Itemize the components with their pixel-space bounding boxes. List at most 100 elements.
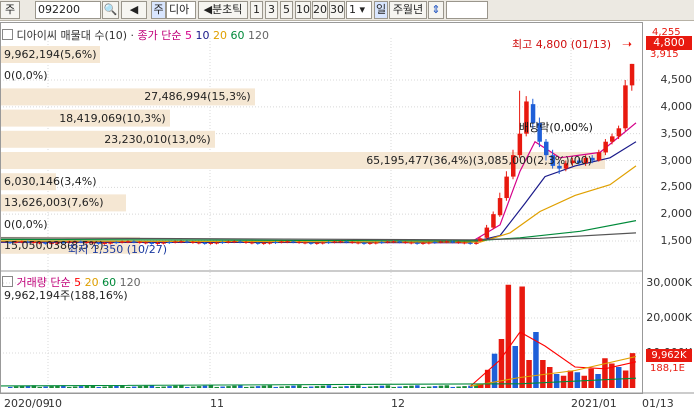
volume-bar <box>421 386 426 388</box>
volume-bar <box>553 374 560 388</box>
period-30-button[interactable]: 30 <box>329 1 345 19</box>
candle-body <box>504 176 509 199</box>
price-tick-label: 3,500 <box>660 126 693 140</box>
volume-bar <box>126 386 131 388</box>
candle-body <box>202 242 208 244</box>
search-button[interactable]: 🔍 <box>102 1 119 19</box>
price-tick-label: 3,000 <box>660 153 693 167</box>
volume-profile-bands <box>0 46 605 254</box>
period-20-button[interactable]: 20 <box>312 1 328 19</box>
candle-body <box>267 242 273 244</box>
candle-body <box>444 241 450 243</box>
candle-body <box>356 242 361 244</box>
date-tick-label: 12 <box>391 397 405 410</box>
vol-ma20-legend: 20 <box>84 276 99 289</box>
volume-bar <box>208 385 214 388</box>
ma120-legend: 120 <box>248 29 270 42</box>
volume-tick-label: 20,000K <box>646 311 692 324</box>
volume-bar <box>350 385 355 388</box>
volume-bar <box>226 386 231 388</box>
profile-label: 9,962,194(5,6%) <box>4 48 97 61</box>
stock-tag: 주 <box>151 1 166 19</box>
candle-body <box>350 241 355 243</box>
candle-body <box>238 241 243 243</box>
volume-bar <box>629 353 636 388</box>
candle-body <box>385 241 391 243</box>
period-1-button[interactable]: 1 <box>250 1 263 19</box>
volume-bar <box>96 386 101 388</box>
candle-body <box>338 241 343 243</box>
volume-bar <box>173 385 178 388</box>
volume-bar <box>326 385 332 388</box>
volume-bar <box>581 375 587 388</box>
candle-body <box>220 242 225 244</box>
candle-body <box>273 242 278 244</box>
period-10-button[interactable]: 10 <box>295 1 311 19</box>
profile-label: 13,626,003(7,6%) <box>4 196 104 210</box>
volume-bar <box>432 386 438 388</box>
volume-bar <box>567 370 574 388</box>
volume-tick-label: 30,000K <box>646 276 692 289</box>
volume-bar <box>167 386 172 388</box>
volume-bar <box>332 386 337 388</box>
market-type-select[interactable]: 주 <box>0 1 20 19</box>
volume-bar <box>214 386 219 388</box>
candle-body <box>185 241 190 243</box>
candle-body <box>167 242 172 244</box>
candle-body <box>297 241 302 243</box>
price-tick-label: 4,000 <box>660 99 693 113</box>
volume-bar <box>505 284 512 388</box>
updown-arrows-button[interactable]: ⇕ <box>428 1 444 19</box>
low-annotation: 최저 1,350 (10/27) <box>68 243 168 256</box>
high-annotation: 최고 4,800 (01/13) <box>512 38 612 51</box>
volume-bar <box>444 385 450 388</box>
candle-body <box>478 238 483 241</box>
candle-body <box>214 242 219 244</box>
sound-button[interactable]: ◀ <box>121 1 147 19</box>
volume-bar <box>244 386 249 388</box>
profile-label: 18,419,069(10,3%) <box>59 111 166 125</box>
day-button[interactable]: 일 <box>374 1 388 19</box>
volume-bar <box>143 385 149 388</box>
candle-body <box>226 241 231 243</box>
candle-body <box>610 136 615 142</box>
candle-body <box>409 242 414 244</box>
volume-bar <box>379 385 385 388</box>
candle-body <box>232 241 237 243</box>
extra-input[interactable] <box>446 1 488 19</box>
stock-code-input[interactable]: 092200 <box>35 1 101 19</box>
volume-legend-label: 거래량 단순 <box>16 276 71 289</box>
volume-bar <box>314 386 320 388</box>
period-5-button[interactable]: 5 <box>280 1 293 19</box>
volume-bar <box>196 386 202 388</box>
candle-body <box>438 241 444 243</box>
volume-bar <box>397 386 402 388</box>
candle-body <box>426 242 432 244</box>
volume-bar <box>344 386 349 388</box>
stock-name-field[interactable]: 디아 <box>166 1 196 19</box>
volume-bar <box>291 385 296 388</box>
volume-bar <box>456 386 461 388</box>
candle-body <box>261 242 267 244</box>
price-chart[interactable] <box>0 22 694 415</box>
price-tick-label: 2,500 <box>660 180 693 194</box>
volume-bar <box>338 386 343 388</box>
volume-bar <box>574 372 581 388</box>
date-tick-label: 11 <box>210 397 224 410</box>
volume-bar <box>588 368 594 388</box>
candle-body <box>244 241 249 243</box>
candle-body <box>497 198 503 216</box>
high-arrow-icon: ➝ <box>622 37 633 51</box>
vol-ma60-legend: 60 <box>102 276 117 289</box>
price-tick-label: 2,000 <box>660 207 693 221</box>
week-month-year-button[interactable]: 주월년 <box>389 1 427 19</box>
volume-bar <box>43 386 48 388</box>
volume-bar <box>438 385 444 388</box>
volume-bar <box>137 386 143 388</box>
unit-select[interactable]: 1 ▾ <box>346 1 372 19</box>
price-tick-label: 1,500 <box>660 234 693 247</box>
period-3-button[interactable]: 3 <box>265 1 278 19</box>
profile-label: 65,195,477(36,4%)(3,085,000(2,3%)(00) <box>366 154 593 167</box>
period-tick-button[interactable]: ◀분초틱 <box>198 1 248 19</box>
volume-bar <box>385 385 391 388</box>
